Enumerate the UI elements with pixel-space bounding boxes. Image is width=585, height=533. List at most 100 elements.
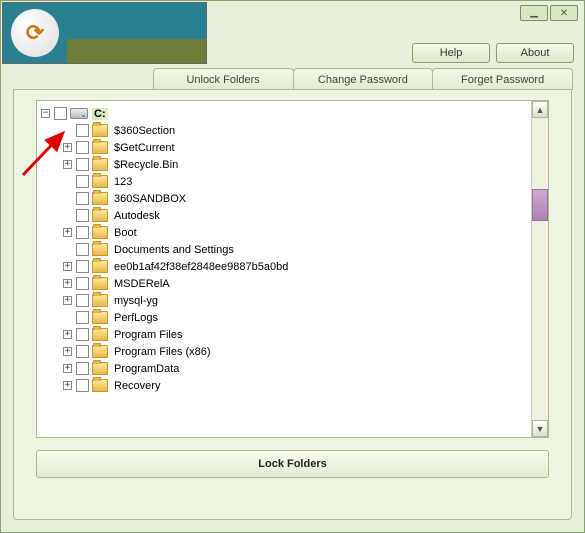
folder-icon xyxy=(92,209,108,222)
folder-icon xyxy=(92,175,108,188)
tab-change-password[interactable]: Change Password xyxy=(293,68,434,90)
tree-expander-icon[interactable]: + xyxy=(63,381,72,390)
tree-node-label: Boot xyxy=(112,227,139,239)
about-button[interactable]: About xyxy=(496,43,574,63)
tree-node-label: Program Files (x86) xyxy=(112,346,213,358)
tab-forget-password[interactable]: Forget Password xyxy=(432,68,573,90)
lock-folders-button[interactable]: Lock Folders xyxy=(36,450,549,478)
tree-folder-node[interactable]: + Boot xyxy=(41,224,531,241)
tree-folder-node[interactable]: + MSDERelA xyxy=(41,275,531,292)
vertical-scrollbar[interactable]: ▲ ▼ xyxy=(531,101,548,437)
tab-bar: Lock Folders Unlock Folders Change Passw… xyxy=(13,68,572,90)
folder-icon xyxy=(92,192,108,205)
tree-drive-node[interactable]: −C: xyxy=(41,105,531,122)
tree-folder-node[interactable]: + Program Files xyxy=(41,326,531,343)
tree-folder-node[interactable]: + $Recycle.Bin xyxy=(41,156,531,173)
scroll-thumb[interactable] xyxy=(532,189,548,221)
scroll-down-button[interactable]: ▼ xyxy=(532,420,548,437)
tree-expander-icon xyxy=(63,194,72,203)
tree-expander-icon[interactable]: + xyxy=(63,279,72,288)
tree-node-label: Documents and Settings xyxy=(112,244,236,256)
minimize-button[interactable]: ▁ xyxy=(520,5,548,21)
tree-folder-node[interactable]: PerfLogs xyxy=(41,309,531,326)
tree-node-label: Autodesk xyxy=(112,210,162,222)
tree-node-label: $360Section xyxy=(112,125,177,137)
folder-icon xyxy=(92,243,108,256)
tree-expander-icon[interactable]: + xyxy=(63,262,72,271)
tree-expander-icon[interactable]: + xyxy=(63,347,72,356)
app-logo: ⟳ xyxy=(2,2,207,64)
tree-folder-node[interactable]: + mysql-yg xyxy=(41,292,531,309)
tree-folder-node[interactable]: + Program Files (x86) xyxy=(41,343,531,360)
tree-folder-node[interactable]: Autodesk xyxy=(41,207,531,224)
tree-expander-icon[interactable]: + xyxy=(63,160,72,169)
tree-checkbox[interactable] xyxy=(76,158,89,171)
tree-folder-node[interactable]: + ProgramData xyxy=(41,360,531,377)
folder-icon xyxy=(92,294,108,307)
tree-checkbox[interactable] xyxy=(54,107,67,120)
tree-expander-icon[interactable]: + xyxy=(63,143,72,152)
tree-checkbox[interactable] xyxy=(76,294,89,307)
help-button[interactable]: Help xyxy=(412,43,490,63)
tree-folder-node[interactable]: + Recovery xyxy=(41,377,531,394)
tree-checkbox[interactable] xyxy=(76,226,89,239)
folder-icon xyxy=(92,328,108,341)
tab-unlock-folders[interactable]: Unlock Folders xyxy=(153,68,294,90)
tree-folder-node[interactable]: 123 xyxy=(41,173,531,190)
folder-icon xyxy=(92,124,108,137)
tree-folder-node[interactable]: $360Section xyxy=(41,122,531,139)
app-window: ▁ ✕ ⟳ Help About Lock Folders Unlock Fol… xyxy=(0,0,585,533)
tree-node-label: PerfLogs xyxy=(112,312,160,324)
folder-icon xyxy=(92,362,108,375)
folder-icon xyxy=(92,260,108,273)
tree-folder-node[interactable]: + ee0b1af42f38ef2848ee9887b5a0bd xyxy=(41,258,531,275)
folder-icon xyxy=(92,345,108,358)
tree-node-label: Recovery xyxy=(112,380,162,392)
tree-checkbox[interactable] xyxy=(76,311,89,324)
tree-node-label: ProgramData xyxy=(112,363,181,375)
tree-expander-icon[interactable]: + xyxy=(63,364,72,373)
folder-icon xyxy=(92,379,108,392)
tree-checkbox[interactable] xyxy=(76,141,89,154)
folder-icon xyxy=(92,158,108,171)
tree-expander-icon[interactable]: + xyxy=(63,330,72,339)
logo-badge-icon: ⟳ xyxy=(11,9,59,57)
tree-node-label: $GetCurrent xyxy=(112,142,177,154)
tree-checkbox[interactable] xyxy=(76,209,89,222)
tree-expander-icon[interactable]: + xyxy=(63,296,72,305)
tree-node-label: MSDERelA xyxy=(112,278,172,290)
tree-checkbox[interactable] xyxy=(76,328,89,341)
tree-checkbox[interactable] xyxy=(76,192,89,205)
main-panel: −C: $360Section + $GetCurrent + $Recycle.Bin 1… xyxy=(13,89,572,520)
tree-expander-icon xyxy=(63,245,72,254)
tree-checkbox[interactable] xyxy=(76,260,89,273)
tree-node-label: Program Files xyxy=(112,329,184,341)
folder-icon xyxy=(92,277,108,290)
tree-folder-node[interactable]: Documents and Settings xyxy=(41,241,531,258)
tree-checkbox[interactable] xyxy=(76,362,89,375)
scroll-up-button[interactable]: ▲ xyxy=(532,101,548,118)
tree-checkbox[interactable] xyxy=(76,243,89,256)
tree-checkbox[interactable] xyxy=(76,277,89,290)
tree-checkbox[interactable] xyxy=(76,379,89,392)
tree-node-label: mysql-yg xyxy=(112,295,160,307)
folder-icon xyxy=(92,311,108,324)
folder-tree[interactable]: −C: $360Section + $GetCurrent + $Recycle.Bin 1… xyxy=(37,101,531,437)
folder-icon xyxy=(92,226,108,239)
tree-expander-icon[interactable]: − xyxy=(41,109,50,118)
tree-checkbox[interactable] xyxy=(76,175,89,188)
tree-expander-icon xyxy=(63,211,72,220)
tree-expander-icon[interactable]: + xyxy=(63,228,72,237)
tree-expander-icon xyxy=(63,313,72,322)
tree-node-label: ee0b1af42f38ef2848ee9887b5a0bd xyxy=(112,261,290,273)
tree-node-label: 123 xyxy=(112,176,134,188)
tree-node-label: $Recycle.Bin xyxy=(112,159,180,171)
tree-folder-node[interactable]: 360SANDBOX xyxy=(41,190,531,207)
tree-expander-icon xyxy=(63,177,72,186)
folder-icon xyxy=(92,141,108,154)
folder-tree-container: −C: $360Section + $GetCurrent + $Recycle.Bin 1… xyxy=(36,100,549,438)
tree-checkbox[interactable] xyxy=(76,345,89,358)
tree-checkbox[interactable] xyxy=(76,124,89,137)
close-button[interactable]: ✕ xyxy=(550,5,578,21)
tree-folder-node[interactable]: + $GetCurrent xyxy=(41,139,531,156)
